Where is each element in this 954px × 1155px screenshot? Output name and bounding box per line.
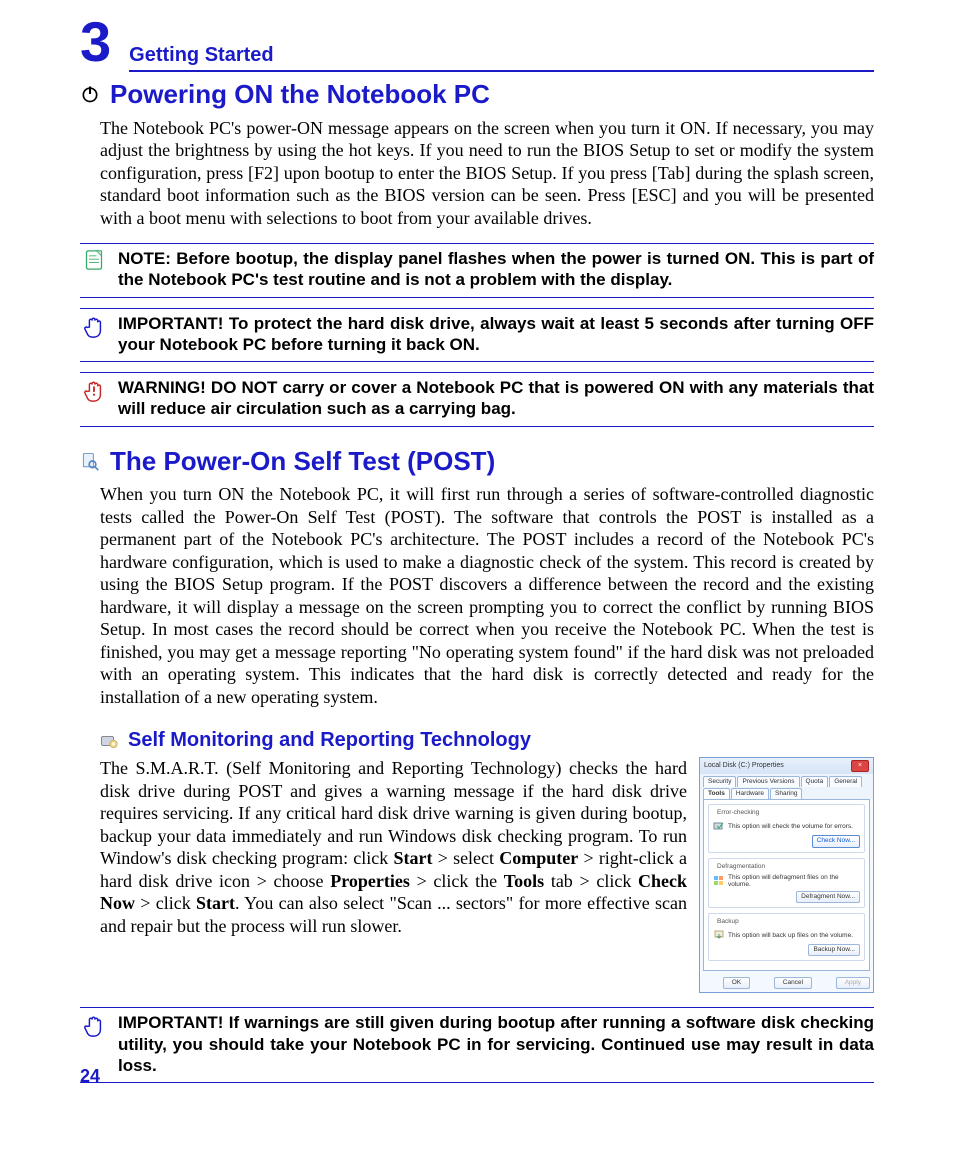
group-text: This option will back up files on the vo… (728, 932, 860, 939)
disk-gear-icon (100, 732, 118, 750)
search-document-icon (80, 451, 100, 471)
note-text: NOTE: Before bootup, the display panel f… (118, 248, 874, 291)
group-text: This option will defragment files on the… (728, 874, 860, 888)
callout-group: NOTE: Before bootup, the display panel f… (80, 243, 874, 427)
tab-general: General (829, 776, 862, 787)
page-number: 24 (80, 1065, 100, 1088)
section-body: When you turn ON the Notebook PC, it wil… (100, 483, 874, 708)
group-title: Error-checking (715, 809, 761, 817)
chapter-title: Getting Started (129, 43, 874, 72)
section-body: The Notebook PC's power-ON message appea… (100, 117, 874, 230)
dialog-titlebar: Local Disk (C:) Properties × (700, 758, 873, 774)
tab-previous-versions: Previous Versions (737, 776, 799, 787)
subsection-body: The S.M.A.R.T. (Self Monitoring and Repo… (100, 757, 687, 993)
important-callout: IMPORTANT! If warnings are still given d… (80, 1007, 874, 1083)
warning-hand-icon (83, 378, 105, 404)
important-hand-icon (83, 314, 105, 340)
properties-dialog-screenshot: Local Disk (C:) Properties × Security Pr… (699, 757, 874, 993)
dialog-body: Error-checking This option will check th… (703, 799, 870, 971)
group-title: Defragmentation (715, 863, 767, 871)
chapter-number: 3 (80, 14, 111, 70)
check-disk-icon (713, 820, 725, 832)
subsection-heading: Self Monitoring and Reporting Technology (128, 728, 531, 753)
important-callout: IMPORTANT! To protect the hard disk driv… (80, 308, 874, 363)
error-checking-group: Error-checking This option will check th… (708, 804, 865, 852)
section-heading-row: The Power-On Self Test (POST) (80, 445, 874, 478)
defrag-icon (713, 875, 725, 887)
close-icon: × (851, 760, 869, 772)
important-text: IMPORTANT! If warnings are still given d… (118, 1012, 874, 1076)
note-callout: NOTE: Before bootup, the display panel f… (80, 243, 874, 298)
tab-security: Security (703, 776, 736, 787)
tab-hardware: Hardware (731, 788, 769, 799)
manual-page: 3 Getting Started Powering ON the Notebo… (0, 0, 954, 1155)
tab-tools: Tools (703, 788, 730, 799)
apply-button: Apply (836, 977, 870, 989)
callout-group: IMPORTANT! If warnings are still given d… (80, 1007, 874, 1083)
backup-icon (713, 929, 725, 941)
chapter-header: 3 Getting Started (80, 14, 874, 72)
check-now-button: Check Now... (812, 835, 860, 847)
important-hand-icon (83, 1013, 105, 1039)
section-heading: Powering ON the Notebook PC (110, 78, 490, 111)
cancel-button: Cancel (774, 977, 812, 989)
defragmentation-group: Defragmentation This option will defragm… (708, 858, 865, 909)
note-icon (84, 249, 104, 271)
group-title: Backup (715, 918, 741, 926)
backup-now-button: Backup Now... (808, 944, 860, 956)
warning-callout: WARNING! DO NOT carry or cover a Noteboo… (80, 372, 874, 427)
dialog-title: Local Disk (C:) Properties (704, 762, 784, 771)
warning-text: WARNING! DO NOT carry or cover a Noteboo… (118, 377, 874, 420)
group-text: This option will check the volume for er… (728, 823, 860, 830)
backup-group: Backup This option will back up files on… (708, 913, 865, 961)
tab-sharing: Sharing (770, 788, 802, 799)
dialog-footer: OK Cancel Apply (700, 974, 873, 992)
section-heading: The Power-On Self Test (POST) (110, 445, 495, 478)
subsection-body-row: The S.M.A.R.T. (Self Monitoring and Repo… (100, 757, 874, 993)
important-text: IMPORTANT! To protect the hard disk driv… (118, 313, 874, 356)
subsection-heading-row: Self Monitoring and Reporting Technology (100, 728, 874, 753)
section-heading-row: Powering ON the Notebook PC (80, 78, 874, 111)
defragment-now-button: Defragment Now... (796, 891, 860, 903)
tab-quota: Quota (801, 776, 829, 787)
ok-button: OK (723, 977, 750, 989)
dialog-tab-row: Security Previous Versions Quota General… (700, 774, 873, 799)
power-icon (80, 84, 100, 104)
